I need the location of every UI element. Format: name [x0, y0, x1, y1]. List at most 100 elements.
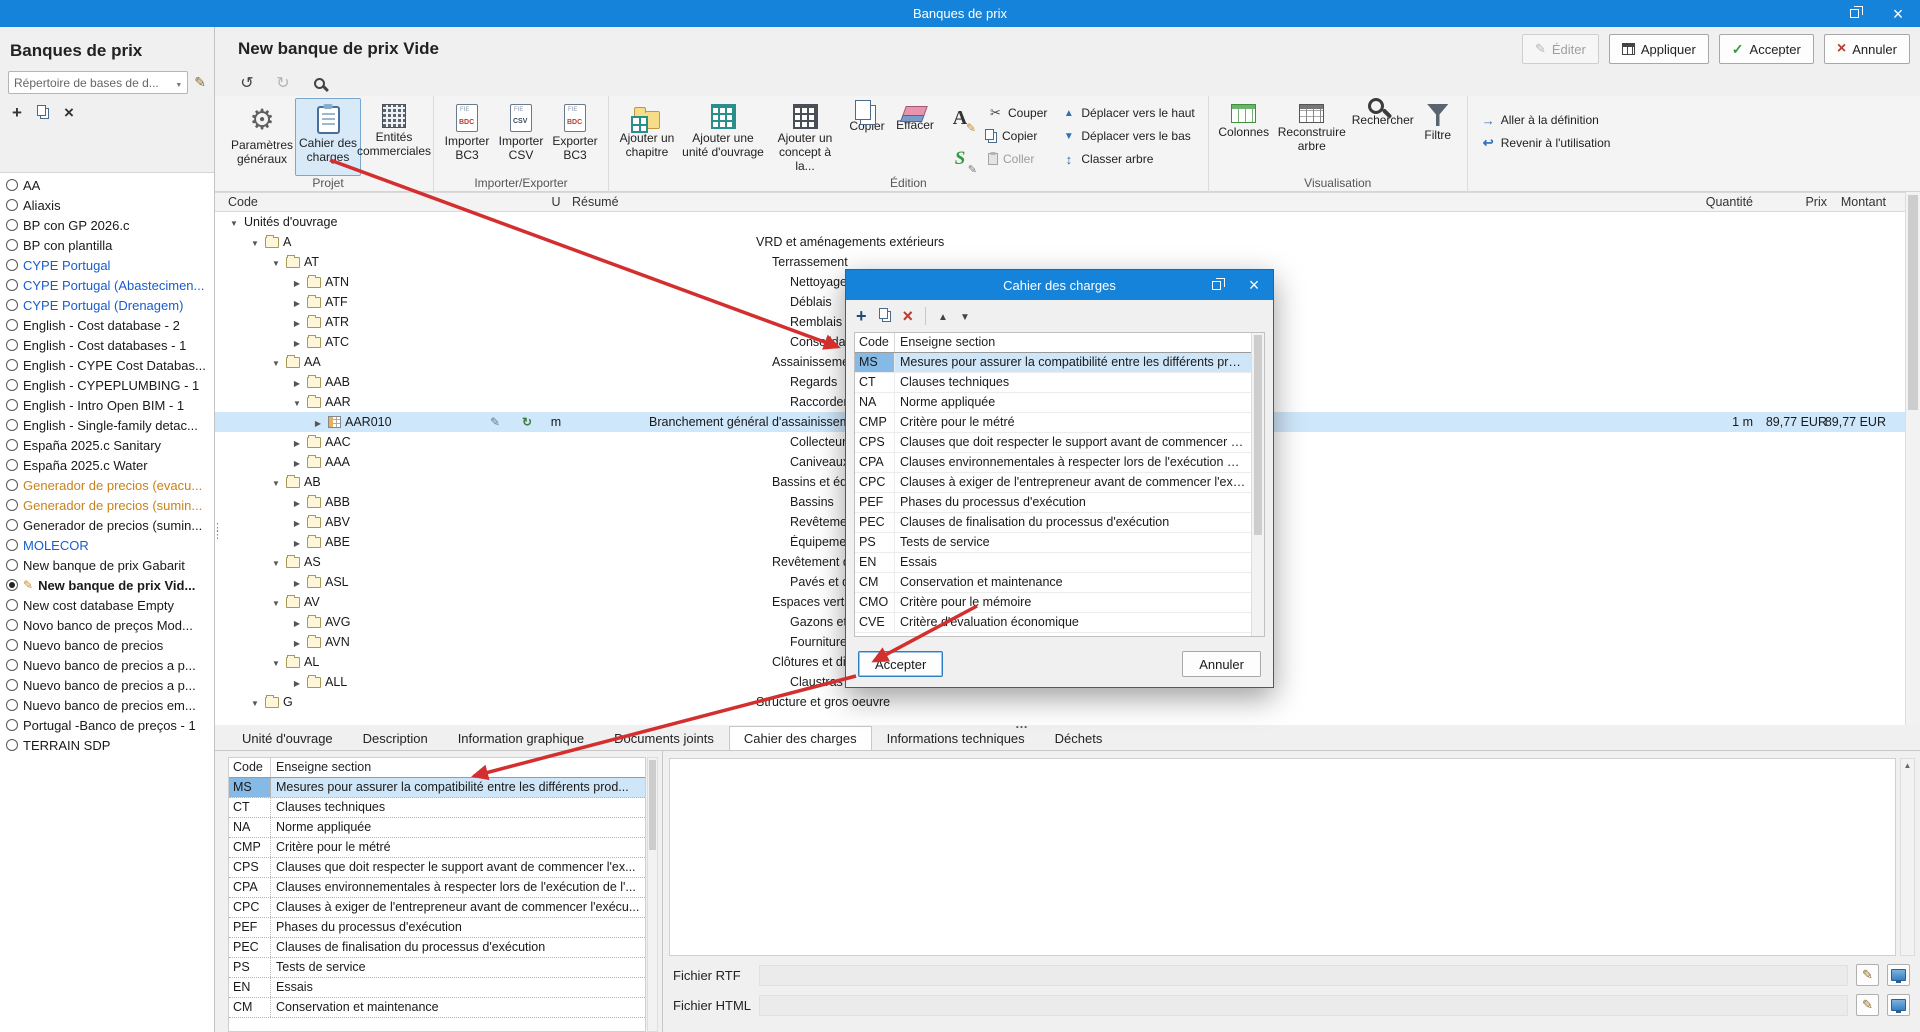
database-item[interactable]: ✎ España 2025.c Sanitary — [0, 435, 214, 455]
dialog-scrollbar[interactable] — [1251, 333, 1264, 636]
section-row[interactable]: CPS Clauses que doit respecter le suppor… — [855, 433, 1251, 453]
section-row[interactable]: CT Clauses techniques — [855, 373, 1251, 393]
section-row[interactable]: MS Mesures pour assurer la compatibilité… — [855, 353, 1251, 373]
ribbon-button[interactable]: Cahier des charges — [295, 98, 361, 176]
database-item[interactable]: ✎ Novo banco de preços Mod... — [0, 615, 214, 635]
section-row[interactable]: PEC Clauses de finalisation du processus… — [855, 513, 1251, 533]
ribbon-button[interactable]: Effacer — [891, 98, 939, 176]
database-item[interactable]: ✎ Generador de precios (sumin... — [0, 495, 214, 515]
database-item[interactable]: ✎ Nuevo banco de precios em... — [0, 695, 214, 715]
database-item[interactable]: ✎ CYPE Portugal (Abastecimen... — [0, 275, 214, 295]
section-row[interactable]: NA Norme appliquée — [855, 393, 1251, 413]
database-item[interactable]: ✎ Nuevo banco de precios — [0, 635, 214, 655]
radio-icon[interactable] — [6, 259, 18, 271]
section-row[interactable]: PS Tests de service — [229, 958, 645, 978]
expand-arrow-icon[interactable] — [291, 675, 303, 689]
database-item[interactable]: ✎ English - CYPE Cost Databas... — [0, 355, 214, 375]
copy-database-button[interactable] — [37, 105, 46, 116]
column-prix[interactable]: Prix — [1805, 195, 1827, 209]
scrollbar-thumb[interactable] — [1254, 335, 1262, 535]
section-row[interactable]: EN Essais — [229, 978, 645, 998]
section-row[interactable]: CMP Critère pour le métré — [229, 838, 645, 858]
ribbon-button[interactable]: Copier — [843, 98, 891, 176]
ribbon-small-button[interactable]: Aller à la définition — [1478, 110, 1614, 130]
tab[interactable]: Unité d'ouvrage — [227, 726, 348, 750]
edit-rtf-button[interactable] — [1856, 964, 1879, 986]
column-enseigne-section[interactable]: Enseigne section — [895, 333, 1251, 352]
radio-icon[interactable] — [6, 479, 18, 491]
dialog-annuler-button[interactable]: Annuler — [1182, 651, 1261, 677]
expand-arrow-icon[interactable] — [270, 655, 282, 669]
radio-icon[interactable] — [6, 679, 18, 691]
column-u[interactable]: U — [543, 195, 569, 209]
zoom-icon[interactable] — [309, 73, 329, 93]
view-html-button[interactable] — [1887, 994, 1910, 1016]
section-row[interactable]: CPC Clauses à exiger de l'entrepreneur a… — [229, 898, 645, 918]
database-item[interactable]: ✎ English - Cost databases - 1 — [0, 335, 214, 355]
radio-icon[interactable] — [6, 399, 18, 411]
ribbon-button[interactable]: Ajouter une unité d'ouvrage — [679, 98, 767, 176]
ribbon-small-button[interactable]: Revenir à l'utilisation — [1478, 133, 1614, 153]
tab[interactable]: Description — [348, 726, 443, 750]
radio-icon[interactable] — [6, 599, 18, 611]
sidebar-splitter[interactable]: ⋮⋮ — [212, 525, 217, 559]
section-row[interactable]: CMP Critère pour le métré — [855, 413, 1251, 433]
ribbon-button[interactable]: Importer CSV — [494, 98, 548, 176]
section-row[interactable]: PEC Clauses de finalisation du processus… — [229, 938, 645, 958]
radio-icon[interactable] — [6, 179, 18, 191]
database-item[interactable]: ✎ CYPE Portugal — [0, 255, 214, 275]
ribbon-button[interactable]: Colonnes — [1215, 98, 1273, 176]
database-item[interactable]: ✎ English - CYPEPLUMBING - 1 — [0, 375, 214, 395]
ribbon-button[interactable]: Importer BC3 — [440, 98, 494, 176]
sign-icon[interactable] — [943, 142, 977, 174]
appliquer-button[interactable]: Appliquer — [1609, 34, 1709, 64]
radio-icon[interactable] — [6, 199, 18, 211]
move-down-icon[interactable] — [960, 308, 970, 323]
database-item[interactable]: ✎ New cost database Empty — [0, 595, 214, 615]
edit-directory-icon[interactable] — [194, 74, 206, 91]
tab[interactable]: Documents joints — [599, 726, 729, 750]
radio-icon[interactable] — [6, 379, 18, 391]
radio-icon[interactable] — [6, 339, 18, 351]
tree-row[interactable]: G Structure et gros oeuvre — [215, 692, 1905, 712]
dialog-close-button[interactable] — [1235, 270, 1273, 300]
expand-arrow-icon[interactable] — [291, 575, 303, 589]
database-item[interactable]: ✎ AA — [0, 175, 214, 195]
database-item[interactable]: ✎ New banque de prix Gabarit — [0, 555, 214, 575]
database-item[interactable]: ✎ BP con plantilla — [0, 235, 214, 255]
ribbon-small-button[interactable]: Couper — [985, 103, 1050, 123]
undo-icon[interactable] — [237, 73, 257, 93]
redo-icon[interactable] — [273, 73, 293, 93]
ribbon-button[interactable]: Ajouter un concept à la... — [767, 98, 843, 176]
scrollbar-thumb[interactable] — [1908, 195, 1918, 410]
splitter-handle[interactable]: … — [1015, 716, 1029, 731]
sections-scrollbar[interactable] — [647, 757, 658, 1032]
database-item[interactable]: ✎ English - Single-family detac... — [0, 415, 214, 435]
delete-section-button[interactable] — [903, 307, 914, 325]
radio-icon[interactable] — [6, 459, 18, 471]
expand-arrow-icon[interactable] — [312, 415, 324, 429]
database-item[interactable]: ✎ TERRAIN SDP — [0, 735, 214, 755]
radio-icon[interactable] — [6, 639, 18, 651]
section-row[interactable]: CT Clauses techniques — [229, 798, 645, 818]
radio-icon[interactable] — [6, 439, 18, 451]
ribbon-button[interactable]: Entités commerciales — [361, 98, 427, 176]
rtf-scrollbar[interactable]: ▲ — [1900, 758, 1915, 956]
column-quantite[interactable]: Quantité — [1706, 195, 1753, 209]
expand-arrow-icon[interactable] — [291, 515, 303, 529]
dialog-accepter-button[interactable]: Accepter — [858, 651, 943, 677]
rtf-preview-area[interactable] — [669, 758, 1896, 956]
section-row[interactable]: MS Mesures pour assurer la compatibilité… — [229, 778, 645, 798]
radio-icon[interactable] — [6, 299, 18, 311]
radio-icon[interactable] — [6, 699, 18, 711]
radio-icon[interactable] — [6, 659, 18, 671]
radio-icon[interactable] — [6, 359, 18, 371]
database-item[interactable]: ✎ English - Intro Open BIM - 1 — [0, 395, 214, 415]
expand-arrow-icon[interactable] — [270, 355, 282, 369]
section-row[interactable]: CMO Critère pour le mémoire — [855, 593, 1251, 613]
radio-icon[interactable] — [6, 739, 18, 751]
expand-arrow-icon[interactable] — [291, 295, 303, 309]
radio-icon[interactable] — [6, 239, 18, 251]
ribbon-small-button[interactable]: Déplacer vers le haut — [1058, 103, 1197, 123]
ribbon-button[interactable]: Rechercher — [1351, 98, 1415, 176]
